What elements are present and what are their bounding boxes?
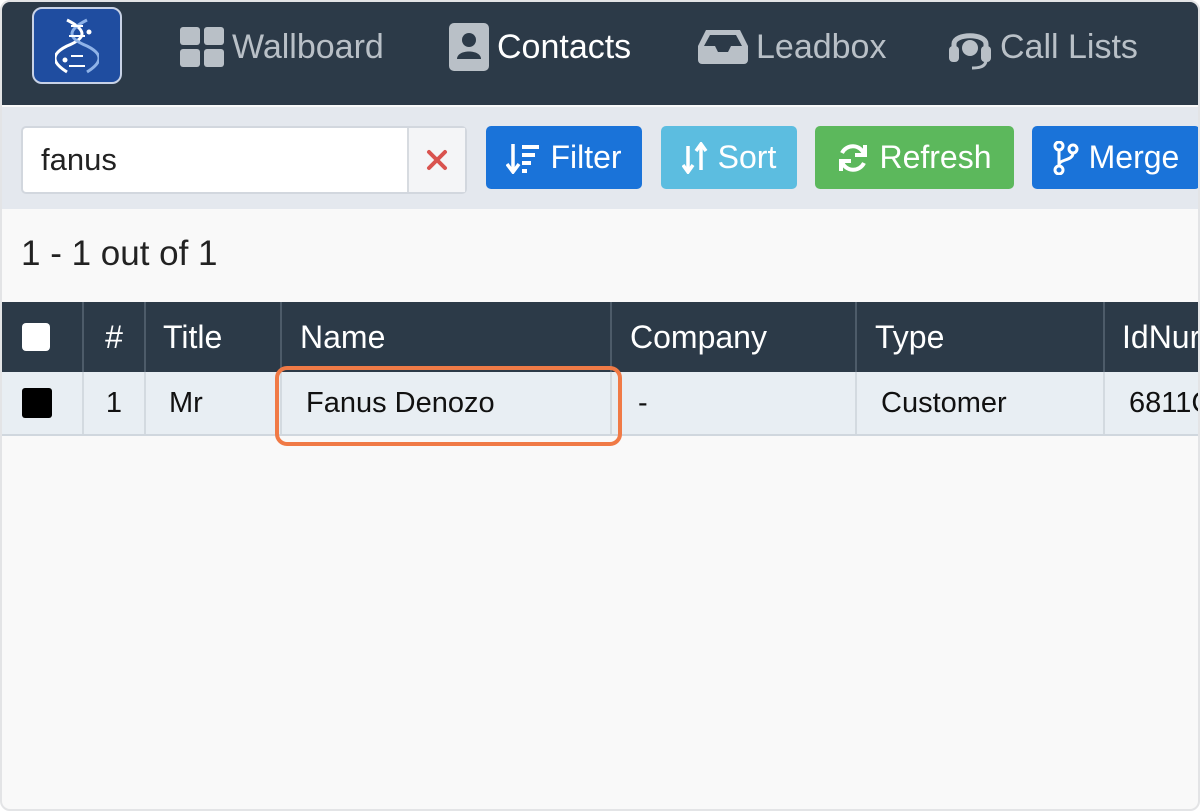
app-window: Wallboard Contacts Leadbox Call Lists fa…: [0, 0, 1200, 811]
cell-type: Customer: [857, 372, 1105, 434]
select-all-checkbox[interactable]: [22, 323, 50, 351]
clear-search-button[interactable]: [407, 128, 465, 192]
column-header-title[interactable]: Title: [146, 302, 282, 372]
filter-button-label: Filter: [550, 139, 622, 175]
refresh-icon: [839, 143, 868, 172]
grid-icon: [180, 27, 224, 67]
column-header-company[interactable]: Company: [612, 302, 857, 372]
app-logo[interactable]: [32, 7, 122, 84]
column-header-name[interactable]: Name: [282, 302, 612, 372]
nav-item-label: Contacts: [497, 27, 632, 66]
contacts-table-header: # Title Name Company Type IdNur: [2, 302, 1198, 372]
nav-item-label: Call Lists: [1000, 27, 1138, 66]
select-all-header: [2, 302, 84, 372]
refresh-button[interactable]: Refresh: [815, 126, 1014, 189]
column-header-type[interactable]: Type: [857, 302, 1105, 372]
cell-company: -: [612, 372, 857, 434]
cell-idnumber: 6811C: [1129, 386, 1198, 419]
merge-button[interactable]: Merge: [1032, 126, 1198, 189]
close-icon: [427, 150, 447, 170]
sort-button-label: Sort: [717, 139, 777, 175]
search-input[interactable]: [23, 128, 407, 192]
cell-number: 1: [84, 372, 146, 434]
table-row[interactable]: 1 Mr Fanus Denozo - Customer 6811C: [2, 372, 1198, 436]
nav-item-call-lists[interactable]: Call Lists: [948, 22, 1138, 72]
refresh-button-label: Refresh: [879, 139, 992, 175]
top-navbar: Wallboard Contacts Leadbox Call Lists: [2, 2, 1198, 105]
column-header-idnumber[interactable]: IdNur: [1105, 302, 1198, 372]
nav-item-leadbox[interactable]: Leadbox: [698, 22, 886, 72]
sort-arrows-icon: [681, 141, 708, 174]
inbox-icon: [698, 30, 748, 64]
headset-icon: [949, 33, 991, 70]
nav-item-label: Wallboard: [232, 27, 384, 66]
merge-button-label: Merge: [1088, 139, 1180, 175]
search-box: [21, 126, 467, 194]
sort-button[interactable]: Sort: [661, 126, 797, 189]
cell-name[interactable]: Fanus Denozo: [282, 372, 612, 434]
dna-logo-icon: [55, 18, 99, 73]
filter-button[interactable]: Filter: [486, 126, 642, 189]
result-count: 1 - 1 out of 1: [21, 234, 218, 273]
sort-amount-down-icon: [506, 143, 540, 174]
row-select-cell: [2, 372, 84, 434]
contact-card-icon: [449, 23, 489, 71]
nav-item-wallboard[interactable]: Wallboard: [180, 22, 384, 72]
nav-item-contacts[interactable]: Contacts: [449, 22, 631, 72]
nav-item-label: Leadbox: [756, 27, 887, 66]
contacts-toolbar: Filter Sort Refresh: [2, 107, 1198, 209]
column-header-number[interactable]: #: [84, 302, 146, 372]
code-branch-icon: [1053, 140, 1079, 175]
cell-title: Mr: [146, 372, 282, 434]
row-checkbox[interactable]: [22, 388, 52, 418]
